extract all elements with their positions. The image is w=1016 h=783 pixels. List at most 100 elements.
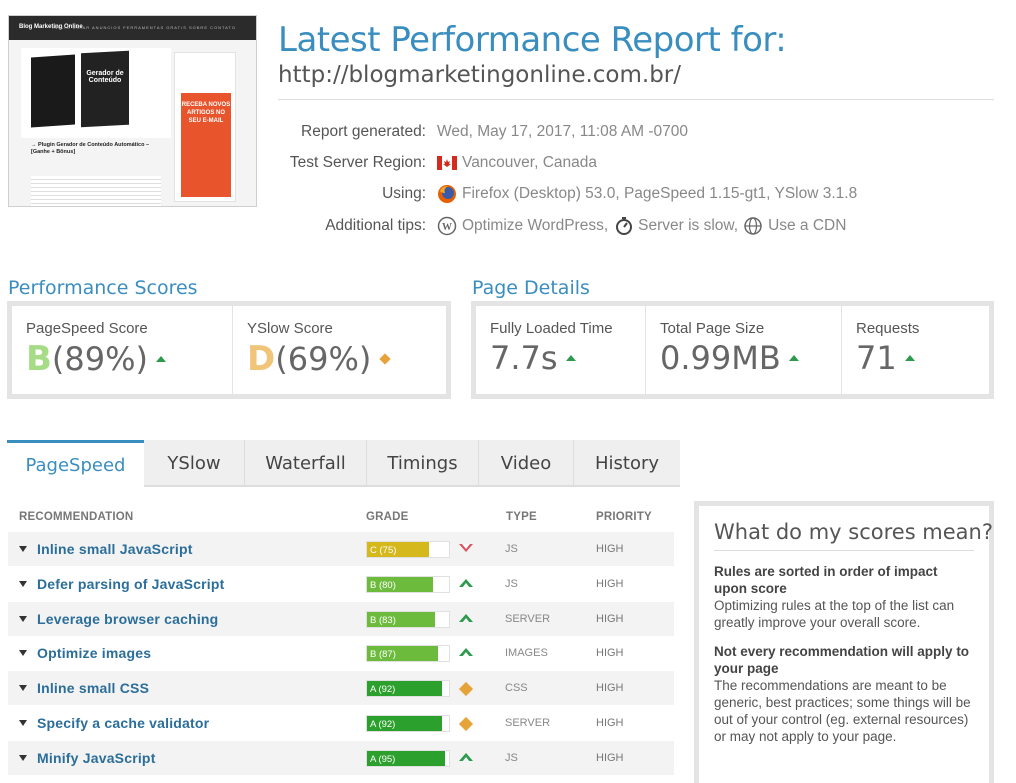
requests-count: 71 [856, 339, 897, 377]
grade-label: A (92) [370, 719, 396, 730]
col-grade[interactable]: GRADE [366, 511, 409, 523]
col-priority[interactable]: PRIORITY [596, 511, 652, 523]
recommendation-type: CSS [505, 682, 528, 695]
tab-history[interactable]: History [574, 440, 680, 487]
thumbnail-nav: INICIO CRIAR ANUNCIOS FERRAMENTAS GRATIS… [52, 25, 236, 30]
recommendation-type: JS [505, 751, 518, 764]
using-value: Firefox (Desktop) 53.0, PageSpeed 1.15-g… [437, 185, 857, 203]
col-recommendation[interactable]: RECOMMENDATION [19, 511, 133, 523]
recommendation-name[interactable]: Optimize images [37, 645, 151, 661]
generated-value: Wed, May 17, 2017, 11:08 AM -0700 [437, 123, 688, 141]
expand-caret-icon[interactable] [19, 615, 27, 622]
grade-label: B (83) [370, 614, 396, 626]
tab-yslow[interactable]: YSlow [144, 440, 245, 487]
grade-bar-fill: C (75) [367, 542, 429, 557]
wordpress-icon: W [437, 216, 457, 236]
trend-up-icon [459, 752, 473, 765]
recommendation-name[interactable]: Inline small JavaScript [37, 541, 193, 557]
thumbnail-post-title: → Plugin Gerador de Conteúdo Automático … [31, 142, 150, 155]
recommendation-type: JS [505, 577, 518, 590]
fully-loaded-time: 7.7s [490, 339, 558, 377]
grade-bar: B (80) [366, 575, 450, 593]
grade-bar: A (92) [366, 715, 450, 732]
page-size: 0.99MB [660, 339, 781, 377]
trend-up-icon [156, 356, 167, 362]
expand-caret-icon[interactable] [19, 650, 27, 657]
pagespeed-score-card: PageSpeed Score B (89%) [12, 306, 233, 394]
info-title: What do my scores mean? [714, 520, 993, 551]
recommendation-name[interactable]: Inline small CSS [37, 680, 149, 696]
report-title: Latest Performance Report for: [278, 20, 787, 60]
recommendation-priority: HIGH [596, 647, 624, 660]
yslow-score: D (69%) [247, 339, 432, 379]
tip-optimize-wordpress[interactable]: Optimize WordPress, [462, 217, 608, 235]
grade-label: B (80) [370, 579, 396, 591]
page-size-value: 0.99MB [660, 339, 827, 377]
expand-caret-icon[interactable] [19, 720, 27, 726]
grade-bar-fill: B (80) [367, 576, 433, 592]
trend-up-icon [565, 355, 576, 361]
trend-down-icon [459, 544, 473, 556]
grade-bar-fill: A (92) [367, 716, 443, 731]
trend-up-icon [459, 578, 473, 591]
recommendation-priority: HIGH [596, 612, 624, 625]
expand-caret-icon[interactable] [19, 580, 27, 587]
report-tabs: PageSpeed YSlow Waterfall Timings Video … [7, 440, 680, 487]
col-type[interactable]: TYPE [506, 511, 537, 523]
table-row[interactable]: Inline small CSS A (92) CSS HIGH [8, 671, 674, 706]
grade-bar: A (95) [366, 749, 450, 767]
tab-waterfall[interactable]: Waterfall [245, 440, 367, 487]
thumbnail-box-text: Gerador de Conteúdo [86, 70, 124, 84]
thumbnail-post: → Plugin Gerador de Conteúdo Automático … [31, 142, 166, 156]
recommendation-name[interactable]: Leverage browser caching [37, 611, 218, 627]
using-text: Firefox (Desktop) 53.0, PageSpeed 1.15-g… [462, 185, 858, 202]
tip-server-slow[interactable]: Server is slow, [638, 217, 738, 235]
expand-caret-icon[interactable] [19, 754, 27, 761]
grade-bar: A (92) [366, 680, 450, 698]
scores-info-box: What do my scores mean? Rules are sorted… [694, 501, 994, 783]
tab-video[interactable]: Video [479, 440, 574, 487]
yslow-score-card: YSlow Score D (69%) [233, 306, 446, 394]
trend-up-icon [904, 355, 915, 361]
report-url[interactable]: http://blogmarketingonline.com.br/ [278, 62, 681, 88]
expand-caret-icon[interactable] [19, 685, 27, 692]
globe-icon [743, 217, 763, 235]
table-row[interactable]: Leverage browser caching B (83) SERVER HIGH [8, 601, 674, 636]
expand-caret-icon[interactable] [19, 546, 27, 552]
firefox-icon [437, 185, 457, 203]
table-row[interactable]: Inline small JavaScript C (75) JS HIGH [8, 532, 674, 566]
table-row[interactable]: Minify JavaScript A (95) JS HIGH [8, 740, 674, 775]
grade-label: A (95) [370, 753, 396, 765]
tab-timings[interactable]: Timings [367, 440, 479, 487]
fully-loaded-value: 7.7s [490, 339, 631, 377]
table-row[interactable]: Optimize images B (87) IMAGES HIGH [8, 636, 674, 670]
recommendation-name[interactable]: Minify JavaScript [37, 750, 156, 766]
recommendation-type: JS [505, 543, 518, 555]
tip-use-cdn[interactable]: Use a CDN [768, 217, 846, 235]
recommendation-priority: HIGH [596, 751, 624, 764]
recommendation-priority: HIGH [596, 577, 624, 590]
table-row[interactable]: Defer parsing of JavaScript B (80) JS HIGH [8, 567, 674, 601]
fully-loaded-label: Fully Loaded Time [490, 320, 613, 337]
recommendation-name[interactable]: Specify a cache validator [37, 715, 209, 731]
svg-text:W: W [442, 222, 452, 233]
generated-date: Wed, May 17, 2017, 11:08 AM -0700 [437, 123, 689, 140]
table-row[interactable]: Specify a cache validator A (92) SERVER HIG… [8, 706, 674, 740]
divider [278, 99, 994, 100]
site-thumbnail: Blog Marketing Online INICIO CRIAR ANUNC… [8, 15, 257, 207]
divider [144, 485, 680, 487]
recommendation-priority: HIGH [596, 717, 624, 729]
thumbnail-product-box [81, 50, 129, 128]
grade-bar-fill: A (92) [367, 681, 443, 697]
grade-bar-fill: A (95) [367, 750, 445, 766]
recommendation-type: SERVER [505, 717, 551, 729]
info-text-2: The recommendations are meant to be gene… [714, 678, 971, 744]
recommendation-name[interactable]: Defer parsing of JavaScript [37, 576, 224, 592]
thumbnail-header: Blog Marketing Online INICIO CRIAR ANUNC… [9, 16, 256, 40]
canada-flag-icon [437, 154, 457, 172]
tab-pagespeed[interactable]: PageSpeed [7, 440, 144, 487]
yslow-grade: D [247, 339, 276, 379]
info-heading-2: Not every recommendation will apply to y… [714, 644, 970, 676]
grade-bar: C (75) [366, 541, 450, 558]
yslow-score-label: YSlow Score [247, 320, 333, 337]
